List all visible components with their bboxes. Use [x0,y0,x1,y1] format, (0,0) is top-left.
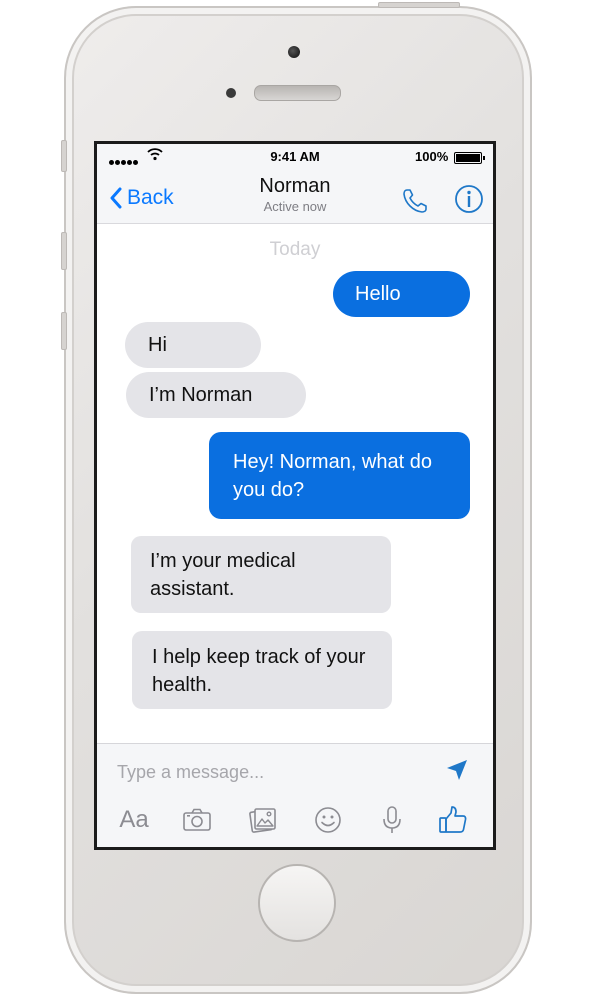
send-icon[interactable] [446,759,468,781]
message-bubble-incoming[interactable]: I help keep track of your health. [132,631,392,709]
contact-name[interactable]: Norman [97,175,493,198]
volume-down-button [61,312,67,350]
text-format-button[interactable]: Aa [114,804,154,836]
presence-status: Active now [263,199,327,214]
info-icon[interactable] [454,184,484,214]
phone-call-icon[interactable] [401,187,429,215]
home-button[interactable] [258,864,336,942]
photo-gallery-icon[interactable] [246,804,278,836]
message-bubble-incoming[interactable]: I’m Norman [126,372,306,418]
battery-percentage: 100% [415,149,449,164]
mute-switch [61,140,67,172]
microphone-icon[interactable] [376,804,408,836]
earpiece-speaker [254,85,341,101]
composer-toolbar: Aa [97,804,493,836]
message-bubble-incoming[interactable]: Hi [125,322,261,368]
message-composer: Aa [97,743,493,847]
emoji-icon[interactable] [312,804,344,836]
camera-icon[interactable] [181,804,213,836]
thumbs-up-icon[interactable] [437,804,469,836]
status-bar: 9:41 AM 100% [97,144,493,168]
proximity-sensor [226,88,236,98]
message-input[interactable] [117,758,417,786]
battery-icon [454,152,485,164]
phone-screen: 9:41 AM 100% Back Norman Active now Toda… [94,141,496,850]
message-bubble-outgoing[interactable]: Hey! Norman, what do you do? [209,432,470,519]
message-bubble-incoming[interactable]: I’m your medical assistant. [131,536,391,613]
chat-header: 9:41 AM 100% Back Norman Active now [97,144,493,224]
front-camera [288,46,300,58]
day-separator: Today [269,239,321,260]
message-bubble-outgoing[interactable]: Hello [333,271,470,317]
volume-up-button [61,232,67,270]
power-button [378,2,460,8]
